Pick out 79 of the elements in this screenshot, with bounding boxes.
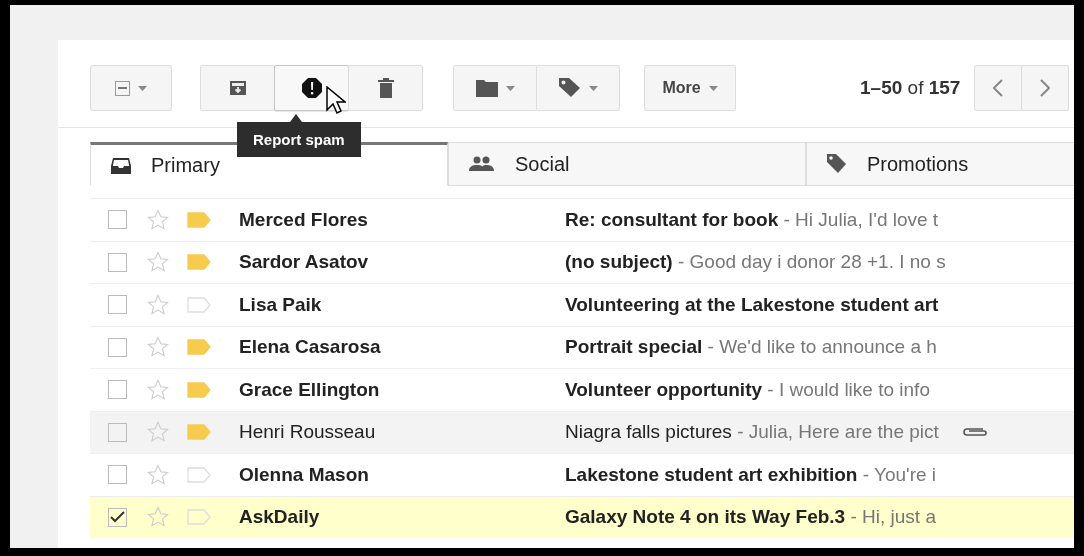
sender-name: Elena Casarosa bbox=[239, 336, 382, 359]
cursor-icon bbox=[326, 86, 346, 116]
row-checkbox[interactable] bbox=[108, 507, 127, 527]
star-icon[interactable] bbox=[147, 506, 169, 529]
caret-icon bbox=[505, 85, 515, 91]
row-checkbox[interactable] bbox=[108, 422, 127, 442]
tag-icon bbox=[558, 78, 581, 98]
sender-name: Olenna Mason bbox=[239, 463, 370, 486]
row-checkbox[interactable] bbox=[108, 380, 127, 400]
email-row[interactable]: Lisa Paik Volunteering at the Lakestone student art bbox=[90, 283, 1074, 326]
email-row[interactable]: AskDaily Galaxy Note 4 on its Way Feb.3 - Hi, just a bbox=[90, 495, 1074, 538]
subject-line: Niagra falls pictures - Julia, Here are the pict bbox=[565, 421, 939, 444]
email-row[interactable]: Grace Ellington Volunteer opportunity - I would like to info bbox=[90, 368, 1074, 411]
star-icon[interactable] bbox=[147, 293, 169, 316]
row-checkbox[interactable] bbox=[108, 210, 127, 230]
subject-line: Portrait special - We'd like to announce a h bbox=[565, 336, 937, 359]
sender-name: Grace Ellington bbox=[239, 378, 381, 401]
exclamation-icon bbox=[300, 77, 323, 99]
tooltip: Report spam bbox=[237, 122, 361, 157]
select-checkbox[interactable] bbox=[115, 80, 130, 96]
tooltip-pointer-icon bbox=[290, 114, 302, 122]
sender-name: Merced Flores bbox=[239, 208, 369, 231]
star-icon[interactable] bbox=[147, 463, 169, 486]
star-icon[interactable] bbox=[147, 421, 169, 444]
email-row[interactable]: Olenna Mason Lakestone student art exhibition - You're i bbox=[90, 453, 1074, 496]
star-icon[interactable] bbox=[147, 378, 169, 401]
row-checkbox[interactable] bbox=[108, 337, 127, 357]
select-all-button[interactable] bbox=[90, 65, 172, 111]
star-icon[interactable] bbox=[147, 251, 169, 274]
email-row[interactable]: Elena Casarosa Portrait special - We'd like to announce a h bbox=[90, 325, 1074, 368]
subject-line: Lakestone student art exhibition - You're i bbox=[565, 463, 937, 486]
people-icon bbox=[469, 156, 495, 172]
sender-name: AskDaily bbox=[239, 506, 321, 529]
checkmark-icon bbox=[110, 511, 125, 524]
importance-marker-icon[interactable] bbox=[187, 296, 211, 313]
importance-marker-icon[interactable] bbox=[187, 509, 211, 526]
move-to-button[interactable] bbox=[453, 65, 537, 111]
tag-icon bbox=[827, 154, 847, 174]
sender-name: Sardor Asatov bbox=[239, 251, 370, 274]
row-checkbox[interactable] bbox=[108, 295, 127, 315]
minus-icon bbox=[118, 87, 127, 89]
caret-icon bbox=[138, 85, 147, 91]
star-icon[interactable] bbox=[147, 336, 169, 359]
star-icon[interactable] bbox=[147, 208, 169, 231]
delete-button[interactable] bbox=[348, 65, 423, 111]
page-count: 1–50 of 157 bbox=[860, 77, 961, 99]
caret-icon bbox=[708, 85, 718, 91]
category-tab[interactable]: Social bbox=[448, 142, 806, 186]
subject-line: Galaxy Note 4 on its Way Feb.3 - Hi, just a bbox=[565, 506, 936, 529]
importance-marker-icon[interactable] bbox=[187, 339, 211, 356]
subject-line: Volunteering at the Lakestone student art bbox=[565, 293, 939, 316]
chevron-right-icon bbox=[1040, 79, 1051, 97]
folder-icon bbox=[475, 79, 498, 97]
chevron-left-icon bbox=[993, 79, 1004, 97]
row-checkbox[interactable] bbox=[108, 252, 127, 272]
importance-marker-icon[interactable] bbox=[187, 381, 211, 398]
email-row[interactable]: Henri Rousseau Niagra falls pictures - Julia, Here are the pict bbox=[90, 410, 1074, 453]
trash-icon bbox=[377, 78, 394, 98]
sender-name: Henri Rousseau bbox=[239, 421, 377, 444]
importance-marker-icon[interactable] bbox=[187, 424, 211, 441]
labels-button[interactable] bbox=[536, 65, 620, 111]
row-checkbox[interactable] bbox=[108, 465, 127, 485]
category-tab[interactable]: Promotions bbox=[806, 142, 1074, 186]
more-button[interactable]: More bbox=[644, 65, 736, 111]
next-page-button[interactable] bbox=[1021, 65, 1070, 111]
inbox-icon bbox=[111, 156, 131, 174]
email-row[interactable]: Sardor Asatov (no subject) - Good day i donor 28 +1. I no s bbox=[90, 240, 1074, 283]
archive-button[interactable] bbox=[200, 65, 275, 111]
subject-line: Re: consultant for book - Hi Julia, I'd love t bbox=[565, 208, 939, 231]
importance-marker-icon[interactable] bbox=[187, 466, 211, 483]
previous-page-button[interactable] bbox=[974, 65, 1023, 111]
subject-line: Volunteer opportunity - I would like to info bbox=[565, 378, 930, 401]
caret-icon bbox=[588, 85, 598, 91]
subject-line: (no subject) - Good day i donor 28 +1. I no s bbox=[565, 251, 946, 274]
sender-name: Lisa Paik bbox=[239, 293, 323, 316]
email-row[interactable]: Merced Flores Re: consultant for book - Hi Julia, I'd love t bbox=[90, 198, 1074, 241]
importance-marker-icon[interactable] bbox=[187, 254, 211, 271]
importance-marker-icon[interactable] bbox=[187, 211, 211, 228]
archive-icon bbox=[228, 80, 247, 96]
